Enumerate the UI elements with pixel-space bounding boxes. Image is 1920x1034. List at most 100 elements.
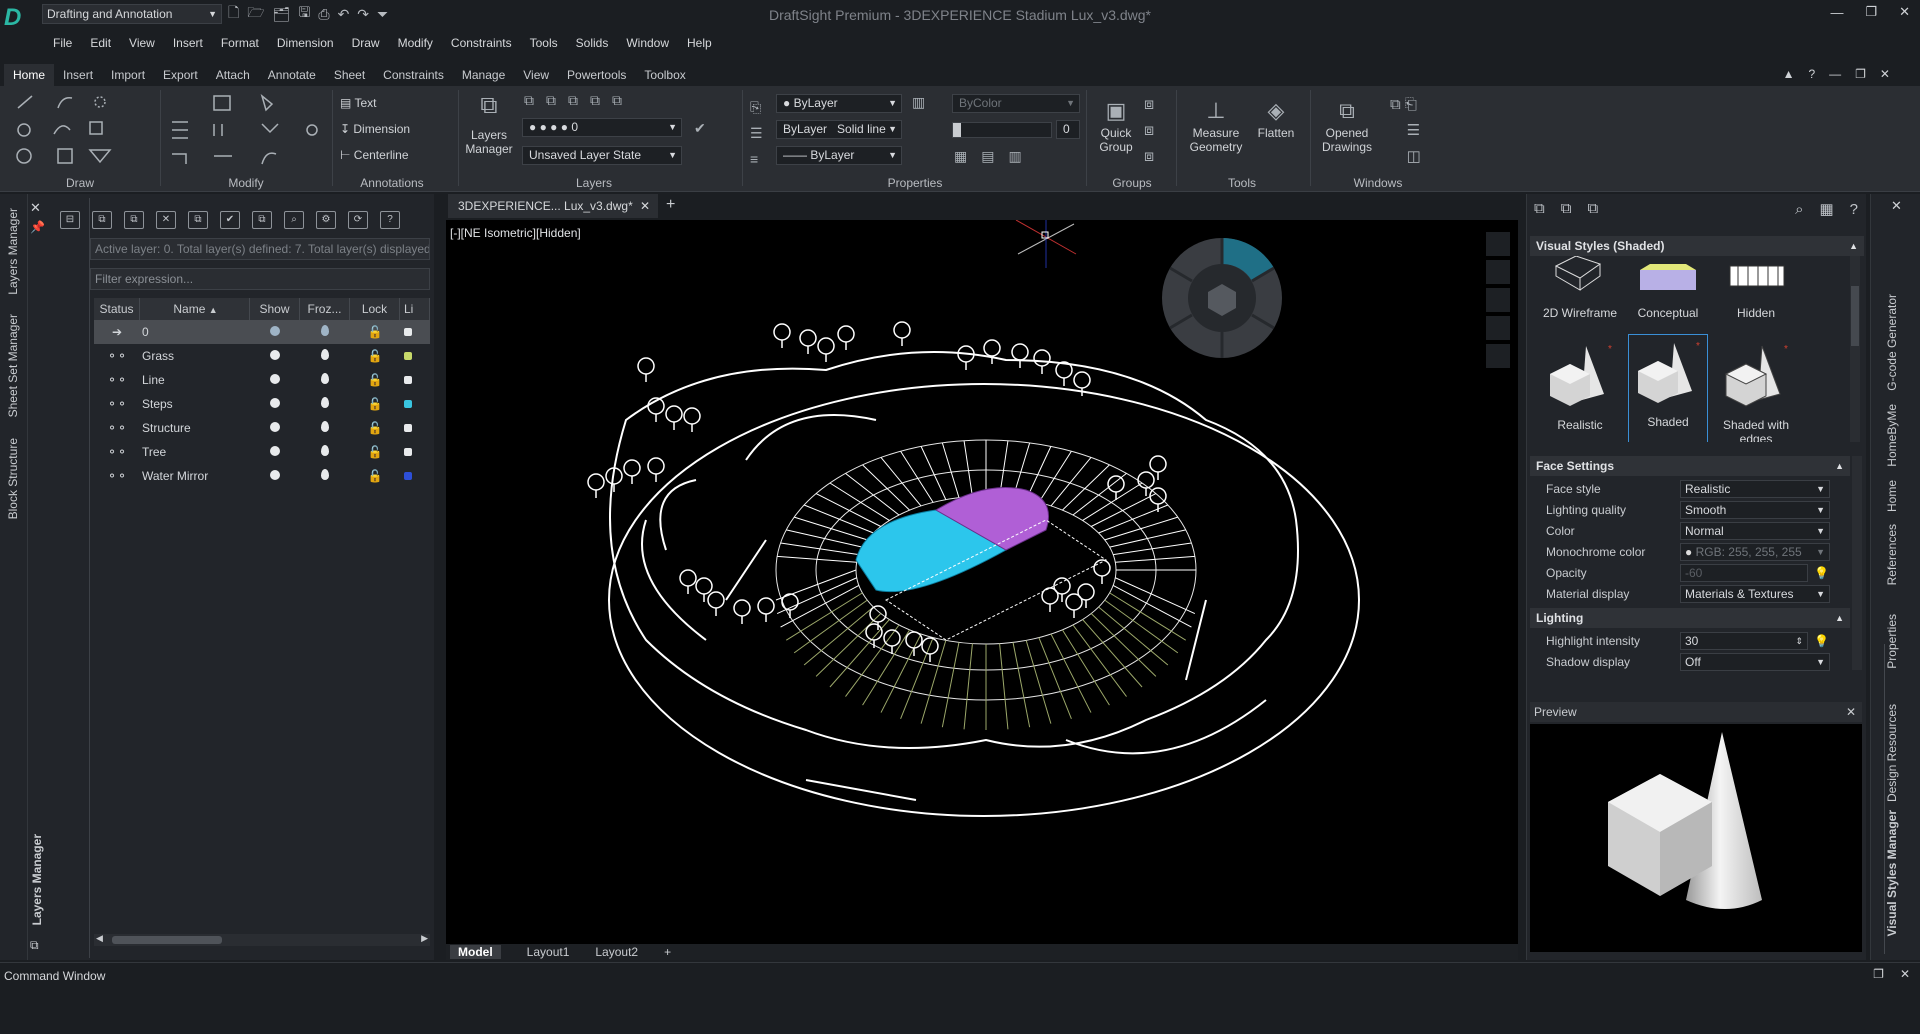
menu-view[interactable]: View bbox=[120, 36, 164, 50]
layer-color-swatch[interactable] bbox=[400, 373, 430, 387]
layer-name[interactable]: Grass bbox=[140, 349, 250, 363]
tab-import[interactable]: Import bbox=[102, 64, 154, 86]
scroll-right-icon[interactable]: ▶ bbox=[421, 933, 428, 944]
layer-status-icon[interactable]: ⚬⚬ bbox=[94, 445, 140, 459]
scrollbar-thumb[interactable] bbox=[112, 936, 222, 944]
layer-color-swatch[interactable] bbox=[400, 445, 430, 459]
opacity-input[interactable]: -60 bbox=[1680, 563, 1808, 582]
tab-layout1[interactable]: Layout1 bbox=[527, 945, 570, 959]
color-select[interactable]: ● ByLayer ▼ bbox=[776, 94, 902, 113]
layer-color-swatch[interactable] bbox=[400, 349, 430, 363]
scroll-left-icon[interactable]: ◀ bbox=[96, 933, 103, 944]
layer-status-icon[interactable]: ⚬⚬ bbox=[94, 373, 140, 387]
quick-group-button[interactable]: ▣ Quick Group bbox=[1094, 98, 1138, 154]
properties-tool-icons[interactable]: ▦▤▥ bbox=[954, 148, 1036, 165]
viewport-label[interactable]: [-][NE Isometric][Hidden] bbox=[450, 226, 581, 240]
tab-sheet[interactable]: Sheet bbox=[325, 64, 374, 86]
menu-modify[interactable]: Modify bbox=[389, 36, 442, 50]
layer-status-icon[interactable]: ⚬⚬ bbox=[94, 397, 140, 411]
drawing-viewport[interactable] bbox=[446, 216, 1518, 944]
scrollbar-thumb[interactable] bbox=[1851, 286, 1859, 346]
col-name[interactable]: Name ▲ bbox=[140, 298, 250, 320]
style-2d-wireframe[interactable]: 2D Wireframe bbox=[1540, 256, 1620, 338]
layer-state-select[interactable]: Unsaved Layer State ▼ bbox=[522, 146, 682, 165]
viewport-side-toolbar[interactable] bbox=[1486, 232, 1510, 368]
side-tab-block-structure[interactable]: Block Structure bbox=[6, 438, 20, 519]
stadium-drawing[interactable] bbox=[446, 216, 1518, 944]
add-layout-plus-icon[interactable]: + bbox=[664, 945, 671, 959]
table-row[interactable]: ⚬⚬ Tree 🔓 bbox=[94, 440, 430, 464]
ribbon-window-controls[interactable]: ▲?—❐✕ bbox=[1783, 67, 1904, 81]
lineweight-select[interactable]: —— ByLayer ▼ bbox=[776, 146, 902, 165]
menu-draw[interactable]: Draw bbox=[343, 36, 389, 50]
table-row[interactable]: ⚬⚬ Steps 🔓 bbox=[94, 392, 430, 416]
table-row[interactable]: ⚬⚬ Grass 🔓 bbox=[94, 344, 430, 368]
menu-solids[interactable]: Solids bbox=[567, 36, 618, 50]
side-tab-design-resources[interactable]: Design Resources bbox=[1885, 704, 1899, 802]
style-realistic[interactable]: * Realistic bbox=[1540, 338, 1620, 442]
layer-name[interactable]: Line bbox=[140, 373, 250, 387]
tab-layout2[interactable]: Layout2 bbox=[595, 945, 638, 959]
search-icon[interactable]: ⌕ bbox=[1795, 201, 1803, 218]
menu-tools[interactable]: Tools bbox=[521, 36, 567, 50]
close-icon[interactable]: ✕ bbox=[1846, 702, 1856, 722]
window-arrange-icons[interactable]: ⧉ ⎗ ☰ ◫ bbox=[1390, 92, 1421, 170]
menu-constraints[interactable]: Constraints bbox=[442, 36, 521, 50]
delete-layer-icon[interactable]: ✕ bbox=[156, 211, 176, 229]
layer-tool-icons[interactable]: ⧉⧉⧉⧉⧉ bbox=[524, 92, 634, 109]
col-line[interactable]: Li bbox=[400, 298, 430, 320]
gear-icon[interactable]: ⚙ bbox=[316, 211, 336, 229]
linetype-select[interactable]: ByLayer Solid line ▼ bbox=[776, 120, 902, 139]
layer-status-icon[interactable]: ⚬⚬ bbox=[94, 421, 140, 435]
freeze-drop-icon[interactable] bbox=[300, 397, 350, 411]
layer-color-swatch[interactable] bbox=[400, 397, 430, 411]
apply-style-icon[interactable]: ⧉ bbox=[1561, 200, 1572, 217]
side-tab-homebyme[interactable]: HomeByMe bbox=[1885, 404, 1899, 467]
tab-export[interactable]: Export bbox=[154, 64, 207, 86]
style-shaded-selected[interactable]: * Shaded bbox=[1628, 334, 1708, 442]
style-shaded-with-edges[interactable]: * Shaded with edges bbox=[1716, 338, 1796, 442]
material-display-select[interactable]: Materials & Textures ▼ bbox=[1680, 584, 1830, 603]
transparency-value[interactable]: 0 bbox=[1056, 120, 1080, 139]
delete-style-icon[interactable]: ⧉ bbox=[1587, 200, 1598, 217]
layer-color-swatch[interactable] bbox=[400, 469, 430, 483]
side-tab-references[interactable]: References bbox=[1885, 524, 1899, 585]
side-tab-gcode-generator[interactable]: G-code Generator bbox=[1885, 294, 1899, 391]
current-layer-select[interactable]: ● ● ● ● 0 ▼ bbox=[522, 118, 682, 137]
tab-home[interactable]: Home bbox=[4, 64, 55, 86]
menu-help[interactable]: Help bbox=[678, 36, 721, 50]
draw-tool-icons[interactable] bbox=[14, 94, 146, 170]
layer-translate-icon[interactable]: ⧉ bbox=[252, 211, 272, 229]
restore-icon[interactable]: ❐ bbox=[1865, 4, 1877, 20]
new-layer-icon[interactable]: ⧉ bbox=[92, 211, 112, 229]
bulb-icon[interactable] bbox=[250, 373, 300, 387]
table-row[interactable]: ⚬⚬ Structure 🔓 bbox=[94, 416, 430, 440]
freeze-drop-icon[interactable] bbox=[300, 373, 350, 387]
freeze-drop-icon[interactable] bbox=[300, 469, 350, 483]
layer-name[interactable]: Structure bbox=[140, 421, 250, 435]
menu-format[interactable]: Format bbox=[212, 36, 268, 50]
transparency-slider[interactable] bbox=[952, 122, 1052, 138]
freeze-drop-icon[interactable] bbox=[300, 349, 350, 363]
layer-color-swatch[interactable] bbox=[400, 421, 430, 435]
transparency-slider-thumb[interactable] bbox=[953, 123, 961, 137]
navigation-wheel-icon[interactable] bbox=[1162, 237, 1282, 358]
tab-powertools[interactable]: Powertools bbox=[558, 64, 635, 86]
menu-insert[interactable]: Insert bbox=[164, 36, 212, 50]
gallery-scrollbar[interactable] bbox=[1850, 256, 1860, 442]
tab-view[interactable]: View bbox=[514, 64, 558, 86]
opacity-bulb-icon[interactable]: 💡 bbox=[1814, 566, 1829, 580]
face-style-select[interactable]: Realistic ▼ bbox=[1680, 479, 1830, 498]
layers-horizontal-scrollbar[interactable]: ◀ ▶ bbox=[94, 933, 430, 946]
lock-open-icon[interactable]: 🔓 bbox=[350, 421, 400, 435]
layer-refresh-icon[interactable]: ⟳ bbox=[348, 211, 368, 229]
col-status[interactable]: Status bbox=[94, 298, 140, 320]
current-layer-arrow-icon[interactable]: ➔ bbox=[94, 325, 140, 339]
text-button[interactable]: ▤ Text bbox=[340, 96, 376, 110]
freeze-drop-icon[interactable] bbox=[300, 445, 350, 459]
shadow-display-select[interactable]: Off ▼ bbox=[1680, 652, 1830, 671]
freeze-drop-icon[interactable] bbox=[300, 421, 350, 435]
document-tab[interactable]: 3DEXPERIENCE... Lux_v3.dwg* ✕ bbox=[448, 194, 658, 218]
close-icon[interactable]: ✕ bbox=[640, 194, 650, 218]
lock-open-icon[interactable]: 🔓 bbox=[350, 445, 400, 459]
